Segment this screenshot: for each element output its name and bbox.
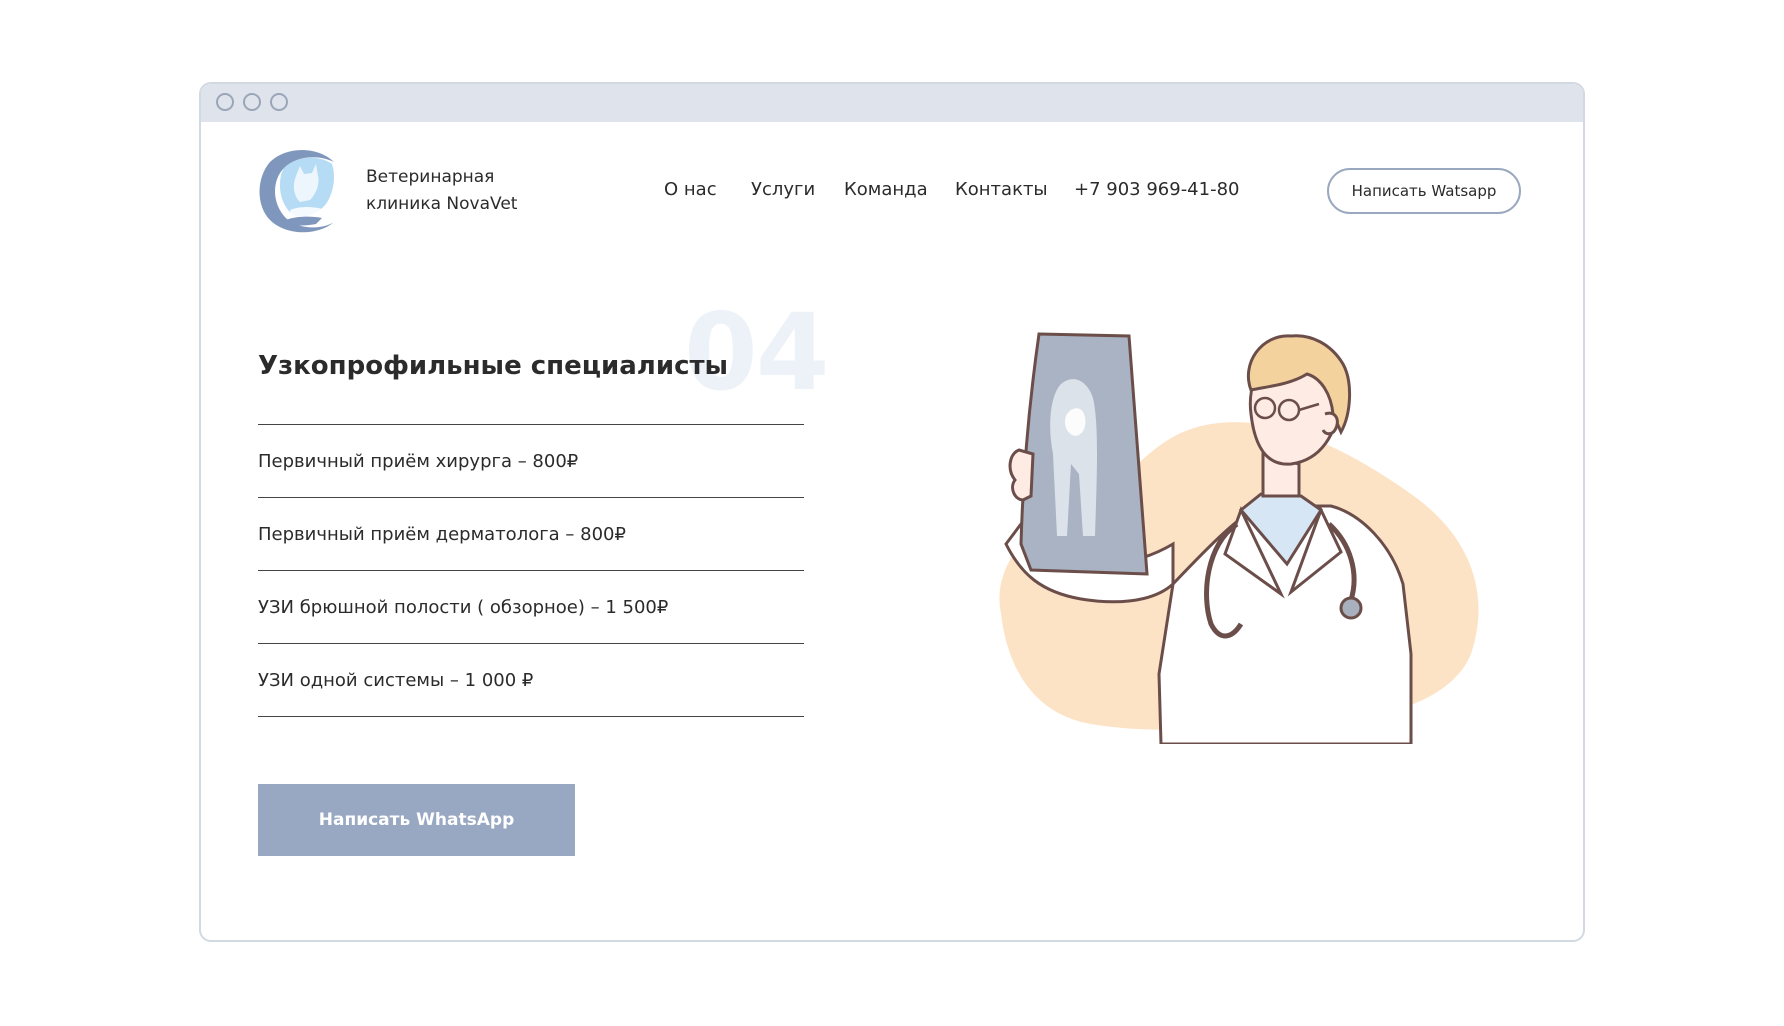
nav-item-contacts[interactable]: Контакты bbox=[955, 179, 1048, 200]
window-minimize-dot[interactable] bbox=[243, 93, 261, 111]
nav-item-services[interactable]: Услуги bbox=[751, 179, 815, 200]
browser-window: Ветеринарная клиника NovaVet О нас Услуг… bbox=[199, 82, 1585, 942]
nav-phone-link[interactable]: +7 903 969-41-80 bbox=[1074, 179, 1240, 200]
list-item: УЗИ брюшной полости ( обзорное) – 1 500₽ bbox=[258, 571, 804, 644]
nav-item-about[interactable]: О нас bbox=[664, 179, 717, 200]
brand-name-line1: Ветеринарная bbox=[366, 167, 495, 187]
doctor-with-xray-illustration bbox=[999, 332, 1479, 744]
list-item: УЗИ одной системы – 1 000 ₽ bbox=[258, 644, 804, 717]
header-whatsapp-button[interactable]: Написать Watsapp bbox=[1327, 168, 1521, 214]
list-item: Первичный приём дерматолога – 800₽ bbox=[258, 498, 804, 571]
brand-name-line2: клиника NovaVet bbox=[366, 194, 518, 214]
window-close-dot[interactable] bbox=[216, 93, 234, 111]
whatsapp-cta-button[interactable]: Написать WhatsApp bbox=[258, 784, 575, 856]
services-list: Первичный приём хирурга – 800₽ Первичный… bbox=[258, 424, 804, 717]
brand-name[interactable]: Ветеринарная клиника NovaVet bbox=[366, 164, 517, 218]
window-titlebar bbox=[201, 84, 1583, 122]
list-item: Первичный приём хирурга – 800₽ bbox=[258, 425, 804, 498]
section-title: Узкопрофильные специалисты bbox=[258, 351, 729, 381]
nav-item-team[interactable]: Команда bbox=[844, 179, 928, 200]
cat-dog-in-hand-logo[interactable] bbox=[256, 146, 346, 236]
window-maximize-dot[interactable] bbox=[270, 93, 288, 111]
